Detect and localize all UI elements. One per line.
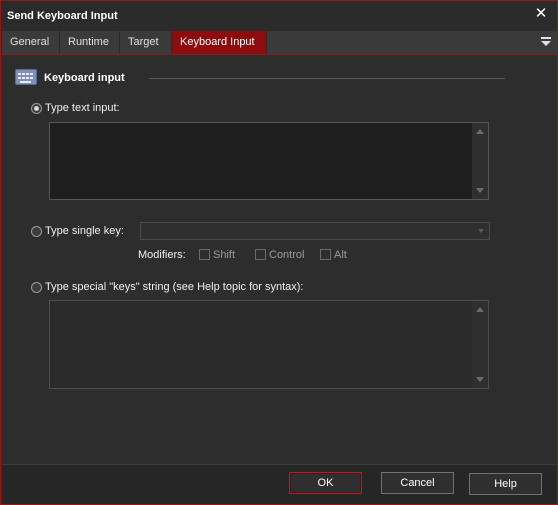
help-button[interactable]: Help [469,473,542,495]
chevron-down-icon [478,229,484,233]
special-keys-label[interactable]: Type special "keys" string (see Help top… [45,281,303,293]
ok-button[interactable]: OK [289,472,362,494]
special-keys-scrollbar[interactable] [472,301,488,388]
control-label[interactable]: Control [269,249,304,261]
scroll-down-icon[interactable] [476,188,484,193]
keyboard-icon [15,69,37,85]
tab-bar: General Runtime Target Keyboard Input [2,31,557,55]
single-key-select[interactable] [140,222,490,240]
dialog-footer: OK Cancel Help [2,465,557,504]
scroll-up-icon[interactable] [476,307,484,312]
shift-label[interactable]: Shift [213,249,235,261]
window-title: Send Keyboard Input [7,10,118,22]
title-bar[interactable]: Send Keyboard Input ✕ [1,1,557,31]
close-icon[interactable]: ✕ [533,6,549,22]
dialog-window: Send Keyboard Input ✕ General Runtime Ta… [0,0,558,505]
type-text-radio[interactable] [31,103,42,114]
control-checkbox[interactable] [255,249,266,260]
modifiers-label: Modifiers: [138,249,186,261]
alt-checkbox[interactable] [320,249,331,260]
scroll-down-icon[interactable] [476,377,484,382]
type-text-label[interactable]: Type text input: [45,102,120,114]
type-text-scrollbar[interactable] [472,123,488,199]
shift-checkbox[interactable] [199,249,210,260]
tab-target[interactable]: Target [120,31,172,54]
scroll-up-icon[interactable] [476,129,484,134]
tab-general[interactable]: General [2,31,60,54]
single-key-radio[interactable] [31,226,42,237]
single-key-label[interactable]: Type single key: [45,225,124,237]
special-keys-radio[interactable] [31,282,42,293]
group-title: Keyboard input [44,72,125,84]
tab-overflow-menu-icon[interactable] [541,37,551,47]
special-keys-input[interactable] [49,300,489,389]
cancel-button[interactable]: Cancel [381,472,454,494]
group-divider [149,78,505,79]
tab-runtime[interactable]: Runtime [60,31,120,54]
alt-label[interactable]: Alt [334,249,347,261]
tab-keyboard-input[interactable]: Keyboard Input [172,31,267,54]
type-text-input[interactable] [49,122,489,200]
